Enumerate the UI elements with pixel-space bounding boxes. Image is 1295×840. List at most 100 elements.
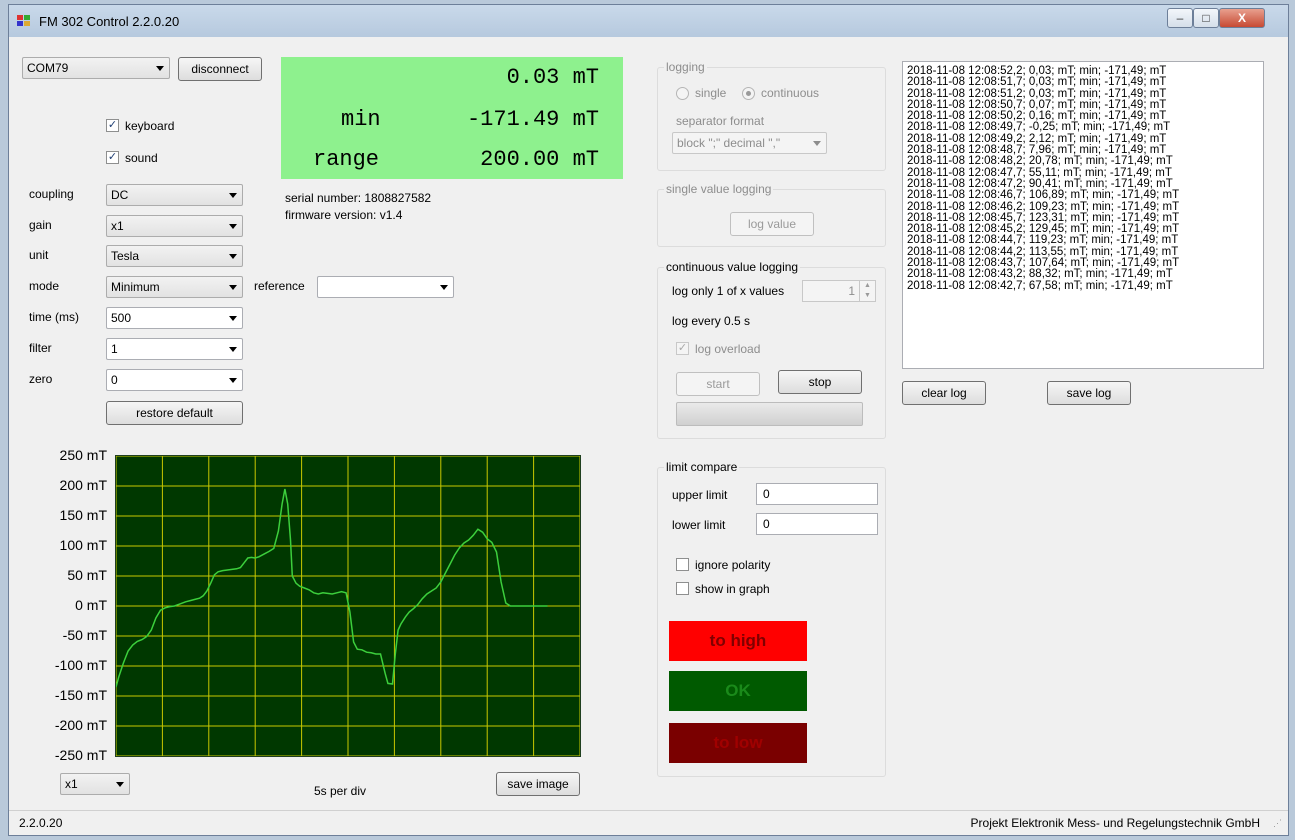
- gain-label: gain: [29, 218, 52, 232]
- restore-default-button[interactable]: restore default: [106, 401, 243, 425]
- time-label: time (ms): [29, 310, 79, 324]
- stop-button[interactable]: stop: [778, 370, 862, 394]
- clear-log-button[interactable]: clear log: [902, 381, 986, 405]
- reference-select[interactable]: [317, 276, 454, 298]
- unit-select[interactable]: Tesla: [106, 245, 243, 267]
- chevron-down-icon: [229, 316, 237, 321]
- graph-plot: [115, 455, 581, 757]
- to-high-indicator: to high: [669, 621, 807, 661]
- single-radio[interactable]: [676, 87, 689, 100]
- status-bar: 2.2.0.20 Projekt Elektronik Mess- und Re…: [9, 810, 1288, 835]
- chevron-down-icon: [229, 193, 237, 198]
- continuous-logging-title: continuous value logging: [664, 260, 801, 274]
- separator-format-label: separator format: [676, 114, 765, 128]
- title-bar[interactable]: FM 302 Control 2.2.0.20 – □ X: [9, 5, 1288, 37]
- log-every-label: log every 0.5 s: [672, 314, 751, 328]
- y-tick-label: -250 mT: [54, 747, 107, 763]
- maximize-button[interactable]: □: [1193, 8, 1219, 28]
- y-tick-label: -150 mT: [54, 687, 107, 703]
- unit-label: unit: [29, 248, 49, 262]
- y-tick-label: 100 mT: [59, 537, 107, 553]
- filter-label: filter: [29, 341, 52, 355]
- status-version: 2.2.0.20: [19, 816, 63, 830]
- time-per-div-label: 5s per div: [314, 784, 367, 798]
- ok-indicator: OK: [669, 671, 807, 711]
- continuous-radio[interactable]: [742, 87, 755, 100]
- save-image-button[interactable]: save image: [496, 772, 580, 796]
- chevron-down-icon: [156, 66, 164, 71]
- lower-limit-label: lower limit: [672, 518, 726, 532]
- app-window: FM 302 Control 2.2.0.20 – □ X COM79 disc…: [8, 4, 1289, 836]
- main-panel: COM79 disconnect ✓ keyboard ✓ sound coup…: [9, 37, 1288, 835]
- graph-zoom-select[interactable]: x1: [60, 773, 130, 795]
- save-log-button[interactable]: save log: [1047, 381, 1131, 405]
- chevron-down-icon: [229, 378, 237, 383]
- upper-limit-input[interactable]: 0: [756, 483, 878, 505]
- show-in-graph-checkbox[interactable]: [676, 582, 689, 595]
- chevron-down-icon: [229, 224, 237, 229]
- min-value: -171.49 mT: [466, 107, 599, 132]
- close-button[interactable]: X: [1219, 8, 1265, 28]
- start-button[interactable]: start: [676, 372, 760, 396]
- logging-progress-bar: [676, 402, 863, 426]
- log-only-spinner[interactable]: 1 ▲ ▼: [802, 280, 876, 302]
- continuous-logging-group: continuous value logging log only 1 of x…: [657, 260, 886, 439]
- y-tick-label: -50 mT: [62, 627, 107, 643]
- spin-up-icon[interactable]: ▲: [859, 281, 875, 291]
- logging-group-title: logging: [664, 60, 707, 74]
- filter-select[interactable]: 1: [106, 338, 243, 360]
- limit-compare-title: limit compare: [664, 460, 740, 474]
- chevron-down-icon: [440, 285, 448, 290]
- coupling-label: coupling: [29, 187, 74, 201]
- log-value-button[interactable]: log value: [730, 212, 814, 236]
- y-tick-label: -100 mT: [54, 657, 107, 673]
- chevron-down-icon: [813, 141, 821, 146]
- gain-select[interactable]: x1: [106, 215, 243, 237]
- min-label: min: [341, 107, 381, 132]
- log-overload-checkbox[interactable]: ✓: [676, 342, 689, 355]
- graph-svg: [116, 456, 580, 756]
- app-icon: [17, 15, 31, 27]
- com-port-select[interactable]: COM79: [22, 57, 170, 79]
- log-line: 2018-11-08 12:08:48,2; 20,78; mT; min; -…: [907, 155, 1173, 168]
- firmware-version: firmware version: v1.4: [285, 208, 403, 222]
- mode-select[interactable]: Minimum: [106, 276, 243, 298]
- log-line: 2018-11-08 12:08:51,7; 0,03; mT; min; -1…: [907, 76, 1167, 89]
- log-textbox[interactable]: 2018-11-08 12:08:52,2; 0,03; mT; min; -1…: [902, 61, 1264, 369]
- disconnect-button[interactable]: disconnect: [178, 57, 262, 81]
- log-overload-label: log overload: [695, 342, 761, 356]
- keyboard-checkbox[interactable]: ✓: [106, 119, 119, 132]
- show-in-graph-label: show in graph: [695, 582, 770, 596]
- zero-label: zero: [29, 372, 53, 386]
- time-select[interactable]: 500: [106, 307, 243, 329]
- status-company: Projekt Elektronik Mess- und Regelungste…: [970, 816, 1260, 830]
- zero-select[interactable]: 0: [106, 369, 243, 391]
- sound-label: sound: [125, 151, 158, 165]
- ignore-polarity-checkbox[interactable]: [676, 558, 689, 571]
- chevron-down-icon: [229, 285, 237, 290]
- resize-grip-icon[interactable]: ⋰: [1273, 818, 1282, 829]
- range-value: 200.00 mT: [480, 147, 599, 172]
- coupling-select[interactable]: DC: [106, 184, 243, 206]
- minimize-button[interactable]: –: [1167, 8, 1193, 28]
- measurement-display: 0.03 mT min -171.49 mT range 200.00 mT: [281, 57, 623, 179]
- lower-limit-input[interactable]: 0: [756, 513, 878, 535]
- y-tick-label: 0 mT: [75, 597, 107, 613]
- mode-label: mode: [29, 279, 60, 293]
- separator-format-select[interactable]: block ";" decimal ",": [672, 132, 827, 154]
- window-title: FM 302 Control 2.2.0.20: [39, 14, 180, 29]
- chevron-down-icon: [229, 254, 237, 259]
- y-tick-label: 250 mT: [59, 447, 107, 463]
- log-only-label: log only 1 of x values: [672, 284, 785, 298]
- current-value: 0.03 mT: [506, 65, 599, 90]
- reference-label: reference: [254, 279, 305, 293]
- ignore-polarity-label: ignore polarity: [695, 558, 771, 572]
- trace-line: [116, 488, 548, 688]
- to-low-indicator: to low: [669, 723, 807, 763]
- spin-down-icon[interactable]: ▼: [859, 291, 875, 301]
- upper-limit-label: upper limit: [672, 488, 728, 502]
- keyboard-label: keyboard: [125, 119, 175, 133]
- y-tick-label: 150 mT: [59, 507, 107, 523]
- sound-checkbox[interactable]: ✓: [106, 151, 119, 164]
- chevron-down-icon: [116, 782, 124, 787]
